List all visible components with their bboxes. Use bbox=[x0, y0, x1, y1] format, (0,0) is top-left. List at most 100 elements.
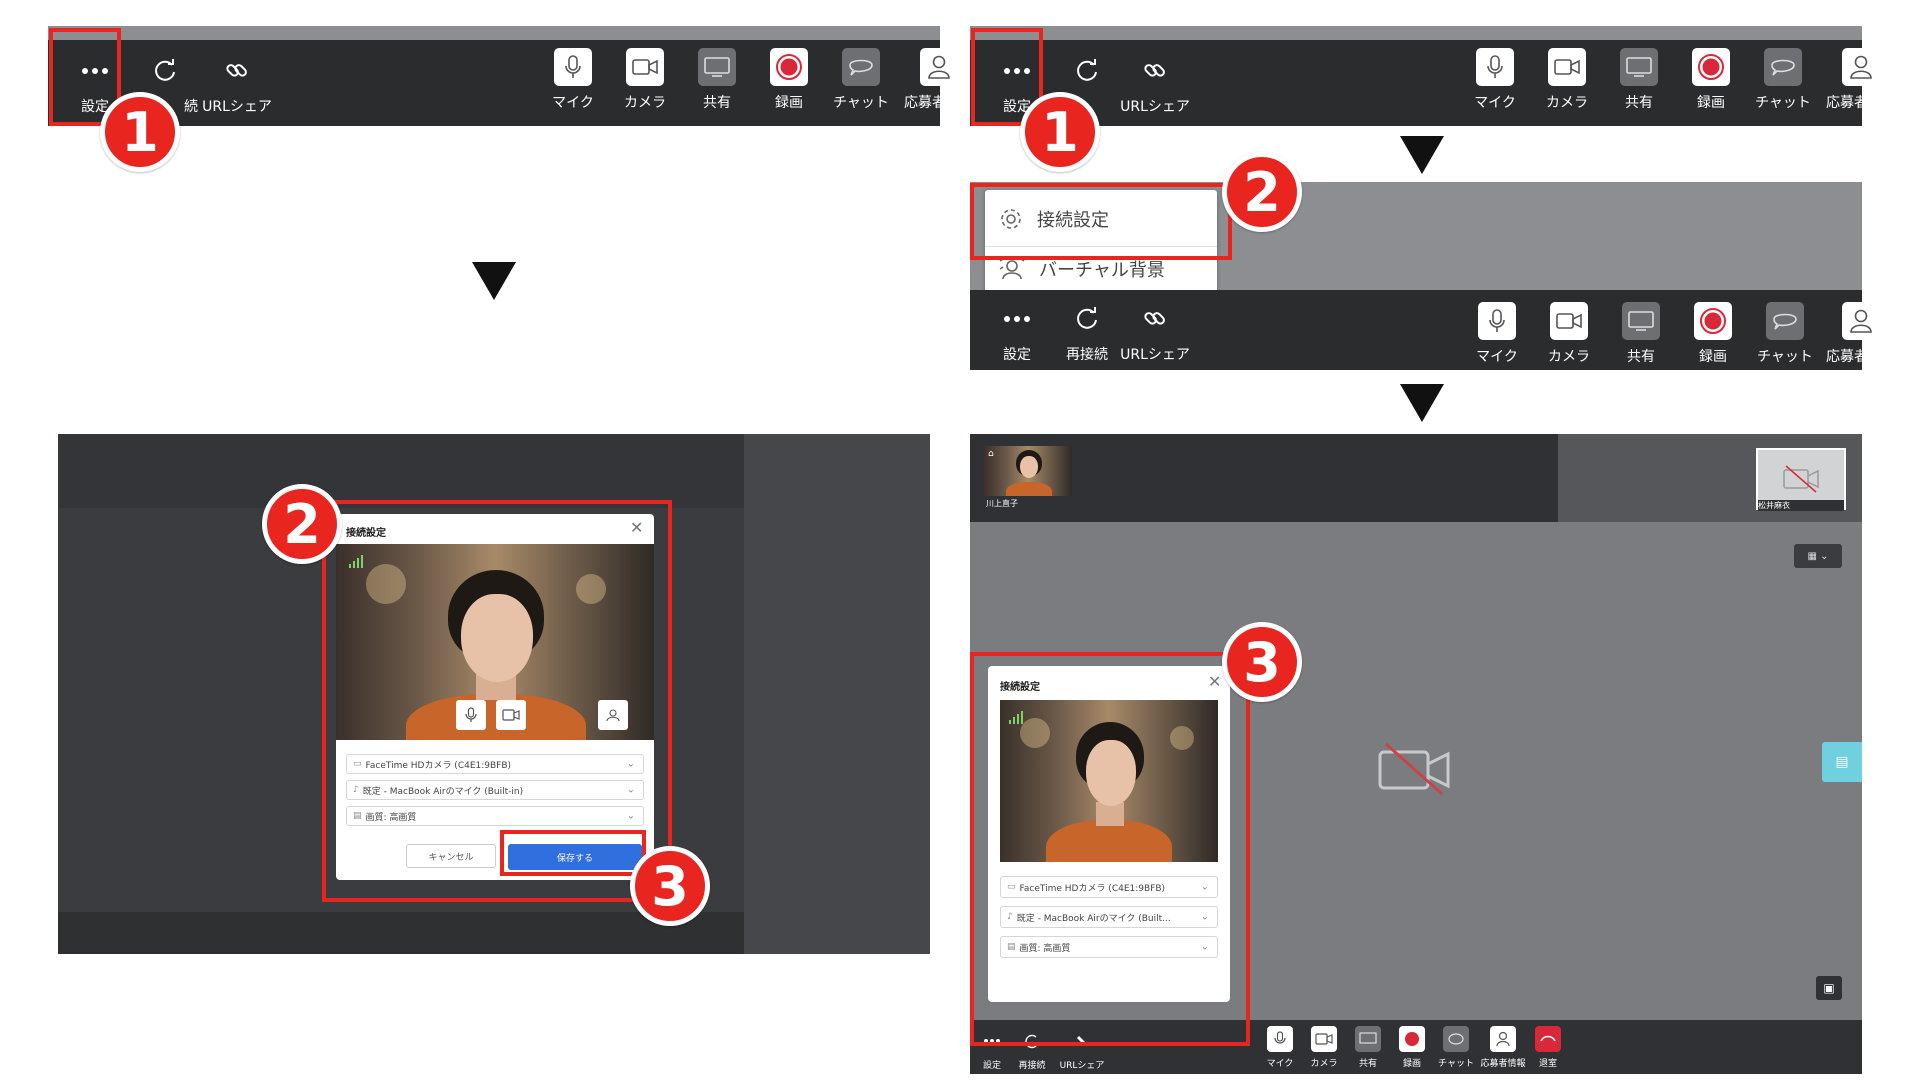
step-badge-2: 2 bbox=[1222, 152, 1302, 232]
camera-icon bbox=[1550, 302, 1588, 340]
url-share-button[interactable]: URLシェア bbox=[1110, 52, 1200, 116]
step-badge-3b: 3 bbox=[1222, 622, 1302, 702]
mic-icon bbox=[1478, 302, 1516, 340]
step-badge-1b: 1 bbox=[1020, 92, 1100, 172]
reload-icon bbox=[1068, 300, 1106, 338]
record-icon bbox=[1694, 302, 1732, 340]
person-icon bbox=[920, 48, 958, 86]
applicant-info-label: 応募者情報 bbox=[1826, 349, 1896, 365]
camera-icon bbox=[626, 48, 664, 86]
mic-label: マイク bbox=[1266, 1059, 1294, 1069]
notes-tab[interactable]: ▤ bbox=[1822, 742, 1862, 782]
camera-off-icon bbox=[1378, 742, 1450, 796]
camera-button[interactable]: カメラ bbox=[1532, 48, 1602, 112]
camera-label: カメラ bbox=[1548, 349, 1590, 365]
camera-icon bbox=[1548, 48, 1586, 86]
camera-button[interactable]: カメラ bbox=[610, 48, 680, 112]
step-badge-1: 1 bbox=[100, 92, 180, 172]
leave-label: 退室 bbox=[1538, 1059, 1557, 1069]
settings-label: 設定 bbox=[982, 1061, 1001, 1071]
chat-label: チャット bbox=[1757, 349, 1813, 365]
record-button[interactable]: 録画 bbox=[1676, 48, 1746, 112]
person-icon bbox=[1490, 1026, 1516, 1052]
hang-up-icon bbox=[1535, 1026, 1561, 1052]
chat-button[interactable]: チャット bbox=[826, 48, 896, 112]
share-label: 共有 bbox=[1358, 1059, 1377, 1069]
mic-icon: ⌂ bbox=[988, 449, 994, 459]
share-label: 共有 bbox=[1625, 95, 1653, 111]
applicant-info-button[interactable]: 応募者情報 bbox=[1476, 1026, 1530, 1069]
record-label: 録画 bbox=[1697, 95, 1725, 111]
record-button[interactable]: 録画 bbox=[754, 48, 824, 112]
reconnect-label: 再接続 bbox=[1018, 1061, 1046, 1071]
reload-icon bbox=[146, 52, 184, 90]
highlight-save-button bbox=[500, 830, 646, 876]
down-arrow-right-2 bbox=[1400, 384, 1444, 422]
url-share-label: URLシェア bbox=[1059, 1061, 1105, 1071]
pip-button[interactable]: ▣ bbox=[1816, 976, 1842, 1000]
leave-button[interactable]: 退室 bbox=[1526, 1026, 1570, 1069]
chat-bubble-icon bbox=[1766, 302, 1804, 340]
record-button[interactable]: 録画 bbox=[1678, 302, 1748, 366]
chat-label: チャット bbox=[1755, 95, 1811, 111]
chat-label: チャット bbox=[1438, 1059, 1474, 1069]
settings-button[interactable]: 設定 bbox=[982, 300, 1052, 364]
top-strip-2 bbox=[970, 26, 1862, 40]
highlight-dialog-small bbox=[970, 652, 1250, 1046]
share-label: 共有 bbox=[703, 95, 731, 111]
camera-button[interactable]: カメラ bbox=[1302, 1026, 1346, 1069]
url-share-label: URLシェア bbox=[1120, 347, 1190, 363]
mic-button[interactable]: マイク bbox=[1258, 1026, 1302, 1069]
record-button[interactable]: 録画 bbox=[1390, 1026, 1434, 1069]
virtual-background-icon bbox=[999, 257, 1025, 280]
monitor-icon bbox=[1620, 48, 1658, 86]
toolbar-panel-2b: 設定 再接続 URLシェア マイク カメラ 共有 録画 チャット 応募者情報 bbox=[970, 290, 1896, 370]
share-button[interactable]: 共有 bbox=[682, 48, 752, 112]
settings-label: 設定 bbox=[1003, 347, 1031, 363]
applicant-info-button[interactable]: 応募者情報 bbox=[1816, 302, 1906, 366]
dim-top-bar bbox=[58, 434, 744, 508]
camera-label: カメラ bbox=[1546, 95, 1588, 111]
calendar-dropdown[interactable]: ▦ ⌄ bbox=[1794, 544, 1842, 568]
dim-right-sidebar bbox=[744, 434, 930, 954]
applicant-info-label: 応募者情報 bbox=[1480, 1059, 1526, 1069]
camera-label: カメラ bbox=[1310, 1059, 1338, 1069]
share-button[interactable]: 共有 bbox=[1604, 48, 1674, 112]
share-button[interactable]: 共有 bbox=[1346, 1026, 1390, 1069]
link-icon bbox=[1136, 52, 1174, 90]
record-icon bbox=[1692, 48, 1730, 86]
chat-bubble-icon bbox=[842, 48, 880, 86]
url-share-button[interactable]: URLシェア bbox=[192, 52, 282, 116]
camera-button[interactable]: カメラ bbox=[1534, 302, 1604, 366]
url-share-button[interactable]: URLシェア bbox=[1110, 300, 1200, 364]
monitor-icon bbox=[698, 48, 736, 86]
link-icon bbox=[1136, 300, 1174, 338]
applicant-info-label: 応募者情報 bbox=[1826, 95, 1896, 111]
person-icon bbox=[1842, 48, 1880, 86]
mic-button[interactable]: マイク bbox=[1462, 302, 1532, 366]
camera-label: カメラ bbox=[624, 95, 666, 111]
record-icon bbox=[1399, 1026, 1425, 1052]
mic-icon bbox=[1267, 1026, 1293, 1052]
mic-icon bbox=[1476, 48, 1514, 86]
toolbar-panel-2: 設定 URLシェア マイク カメラ 共有 録画 チャット 応募者情報 bbox=[970, 40, 1896, 126]
down-arrow-left bbox=[472, 262, 516, 300]
monitor-icon bbox=[1355, 1026, 1381, 1052]
toolbar-panel-1: 設定 続 URLシェア マイク カメラ 共有 録画 チャット 応募者情報 bbox=[48, 40, 974, 126]
chat-button[interactable]: チャット bbox=[1750, 302, 1820, 366]
applicant-info-button[interactable]: 応募者情報 bbox=[1816, 48, 1906, 112]
mic-button[interactable]: マイク bbox=[538, 48, 608, 112]
mic-icon bbox=[554, 48, 592, 86]
mic-button[interactable]: マイク bbox=[1460, 48, 1530, 112]
step-badge-3: 3 bbox=[630, 846, 710, 926]
step-badge-2b: 2 bbox=[262, 484, 342, 564]
share-button[interactable]: 共有 bbox=[1606, 302, 1676, 366]
chat-button[interactable]: チャット bbox=[1434, 1026, 1478, 1069]
chat-button[interactable]: チャット bbox=[1748, 48, 1818, 112]
share-label: 共有 bbox=[1627, 349, 1655, 365]
chat-bubble-icon bbox=[1764, 48, 1802, 86]
person-icon bbox=[1842, 302, 1880, 340]
url-share-label: URLシェア bbox=[1120, 99, 1190, 115]
camera-off-icon bbox=[1783, 465, 1819, 493]
record-label: 録画 bbox=[1699, 349, 1727, 365]
